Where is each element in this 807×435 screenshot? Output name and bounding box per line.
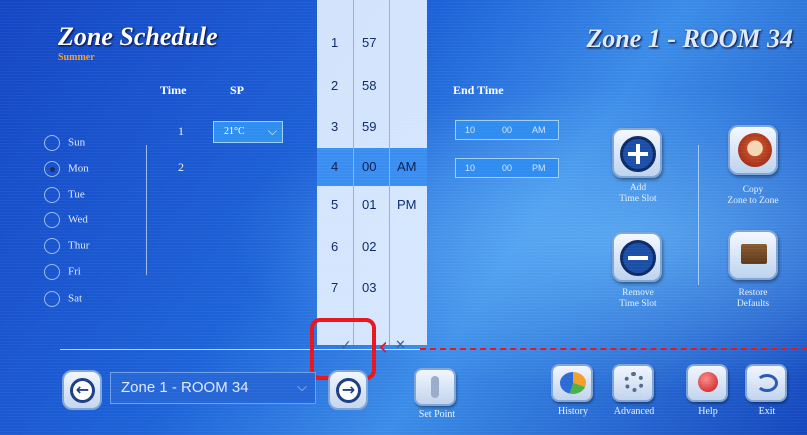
end-ampm: PM [532, 163, 546, 173]
chevron-down-icon: ⌵ [297, 379, 307, 394]
picker-minute-selected[interactable]: 00 [362, 159, 376, 174]
end-time-field-1[interactable]: 10 00 AM [455, 120, 559, 140]
day-label: Mon [68, 162, 89, 175]
end-minute: 00 [502, 125, 513, 135]
picker-hour-option[interactable]: 5 [331, 197, 338, 212]
end-time-field-2[interactable]: 10 00 PM [455, 158, 559, 178]
help-label: Help [698, 406, 718, 417]
radio-icon [44, 238, 60, 254]
zone-dropdown[interactable]: Zone 1 - ROOM 34 ⌵ [110, 372, 316, 404]
copy-zone-label: Copy Zone to Zone [727, 185, 779, 206]
setpoint-button[interactable] [414, 368, 456, 406]
plus-icon [620, 136, 656, 172]
day-radio-fri[interactable]: Fri [44, 264, 81, 280]
picker-minute-option[interactable]: 02 [362, 239, 376, 254]
day-radio-tue[interactable]: Tue [44, 187, 85, 203]
radio-icon [44, 135, 60, 151]
back-button[interactable]: ← [62, 370, 102, 410]
cancel-x-icon[interactable]: ✕ [395, 338, 406, 353]
restore-defaults-label: Restore Defaults [736, 288, 770, 309]
pie-chart-icon [560, 372, 586, 394]
page-title: Zone Schedule [58, 22, 218, 51]
day-label: Sat [68, 292, 83, 305]
setpoint-dropdown[interactable]: 21°C ⌵ [213, 121, 283, 143]
picker-minute-option[interactable]: 03 [362, 280, 376, 295]
picker-pm-option[interactable]: PM [397, 197, 417, 212]
gear-icon [624, 372, 644, 392]
picker-minute-option[interactable]: 58 [362, 78, 376, 93]
picker-hour-option[interactable]: 6 [331, 239, 338, 254]
day-label: Sun [68, 136, 86, 149]
day-label: Thur [68, 239, 90, 252]
radio-icon [44, 212, 60, 228]
advanced-button[interactable] [612, 364, 654, 402]
advanced-label: Advanced [613, 406, 655, 417]
day-radio-wed[interactable]: Wed [44, 212, 88, 228]
thermometer-icon [431, 376, 439, 398]
zone-title: Zone 1 - ROOM 34 [586, 24, 793, 53]
day-radio-sun[interactable]: Sun [44, 135, 85, 151]
remove-time-slot-label: Remove Time Slot [619, 288, 657, 309]
picker-divider [389, 0, 390, 345]
forward-button[interactable]: → [328, 370, 368, 410]
time-header: Time [160, 83, 187, 97]
day-label: Tue [68, 188, 85, 201]
remove-time-slot-button[interactable] [612, 232, 662, 282]
arrow-left-icon: ← [70, 378, 95, 403]
slot-number: 1 [178, 124, 184, 138]
picker-minute-option[interactable]: 57 [362, 35, 376, 50]
picker-hour-option[interactable]: 2 [331, 78, 338, 93]
picker-hour-option[interactable]: 7 [331, 280, 338, 295]
day-label: Fri [68, 265, 81, 278]
setpoint-value: 21°C [224, 126, 245, 137]
minus-icon [620, 240, 656, 276]
end-ampm: AM [532, 125, 546, 135]
exit-button[interactable] [745, 364, 787, 402]
picker-hour-option[interactable]: 3 [331, 119, 338, 134]
annotation-arrow-head-icon: ‹ [378, 332, 389, 362]
exit-icon [756, 374, 778, 392]
end-minute: 00 [502, 163, 513, 173]
box-icon [741, 244, 767, 264]
setpoint-label: Set Point [418, 409, 456, 420]
history-label: History [558, 406, 588, 417]
zone-dropdown-value: Zone 1 - ROOM 34 [121, 379, 249, 396]
sp-header: SP [230, 83, 245, 97]
picker-minute-option[interactable]: 01 [362, 197, 376, 212]
radio-icon [44, 291, 60, 307]
table-divider [146, 145, 147, 275]
day-radio-thur[interactable]: Thur [44, 238, 89, 254]
end-hour: 10 [465, 125, 476, 135]
exit-label: Exit [758, 406, 776, 417]
help-button[interactable] [686, 364, 728, 402]
help-icon [698, 372, 718, 392]
day-label: Wed [68, 213, 88, 226]
end-hour: 10 [465, 163, 476, 173]
day-radio-sat[interactable]: Sat [44, 291, 82, 307]
radio-icon [44, 187, 60, 203]
house-copy-icon [738, 133, 772, 167]
picker-minute-option[interactable]: 59 [362, 119, 376, 134]
picker-am-option[interactable]: AM [397, 159, 417, 174]
radio-selected-icon [44, 161, 60, 177]
history-button[interactable] [551, 364, 593, 402]
zone-schedule-screen: Zone Schedule Summer Zone 1 - ROOM 34 Ti… [0, 0, 807, 435]
annotation-arrow-line [420, 348, 807, 350]
copy-zone-to-zone-button[interactable] [728, 125, 778, 175]
slot-number: 2 [178, 160, 184, 174]
radio-icon [44, 264, 60, 280]
add-time-slot-label: Add Time Slot [619, 183, 657, 204]
day-radio-mon[interactable]: Mon [44, 161, 89, 177]
picker-hour-selected[interactable]: 4 [331, 159, 338, 174]
picker-hour-option[interactable]: 1 [331, 35, 338, 50]
arrow-right-icon: → [336, 378, 361, 403]
add-time-slot-button[interactable] [612, 128, 662, 178]
restore-defaults-button[interactable] [728, 230, 778, 280]
season-label: Summer [58, 52, 95, 63]
actions-divider [698, 145, 699, 285]
end-time-header: End Time [453, 83, 504, 97]
chevron-down-icon: ⌵ [267, 124, 277, 138]
picker-divider [353, 0, 354, 345]
